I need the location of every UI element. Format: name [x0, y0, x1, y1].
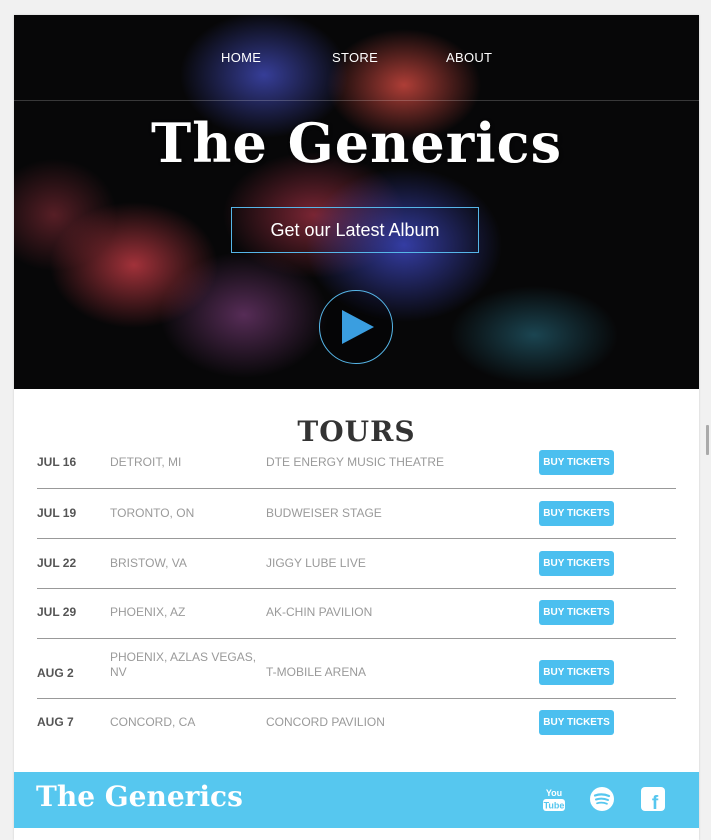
tour-row: JUL 29 PHOENIX, AZ AK-CHIN PAVILION BUY … — [37, 600, 676, 639]
nav-home-link[interactable]: HOME — [221, 50, 261, 65]
tour-row: JUL 16 DETROIT, MI DTE ENERGY MUSIC THEA… — [37, 450, 676, 489]
tour-venue: CONCORD PAVILION — [266, 715, 385, 729]
tour-city: PHOENIX, AZLAS VEGAS, NV — [110, 650, 257, 679]
nav-about-link[interactable]: ABOUT — [446, 50, 492, 65]
facebook-icon[interactable]: f — [639, 785, 667, 813]
buy-tickets-button[interactable]: BUY TICKETS — [539, 501, 614, 526]
latest-album-button[interactable]: Get our Latest Album — [231, 207, 479, 253]
buy-tickets-button[interactable]: BUY TICKETS — [539, 660, 614, 685]
tour-row: JUL 22 BRISTOW, VA JIGGY LUBE LIVE BUY T… — [37, 551, 676, 589]
tour-date: JUL 29 — [37, 605, 77, 619]
buy-tickets-button[interactable]: BUY TICKETS — [539, 551, 614, 576]
band-title: The Generics — [151, 111, 562, 175]
top-nav: HOME STORE ABOUT — [14, 15, 699, 101]
tour-city: CONCORD, CA — [110, 715, 196, 729]
footer-logo: The Generics — [36, 780, 243, 813]
svg-text:You: You — [546, 788, 562, 798]
tour-row: AUG 7 CONCORD, CA CONCORD PAVILION BUY T… — [37, 710, 676, 745]
scrollbar-thumb[interactable] — [706, 425, 709, 455]
svg-text:Tube: Tube — [544, 801, 565, 811]
tours-heading: TOURS — [297, 415, 416, 448]
play-button[interactable] — [319, 290, 393, 364]
tour-date: AUG 2 — [37, 666, 74, 680]
nav-store-link[interactable]: STORE — [332, 50, 378, 65]
buy-tickets-button[interactable]: BUY TICKETS — [539, 450, 614, 475]
tour-row: JUL 19 TORONTO, ON BUDWEISER STAGE BUY T… — [37, 501, 676, 539]
tour-venue: DTE ENERGY MUSIC THEATRE — [266, 455, 445, 469]
tour-date: AUG 7 — [37, 715, 74, 729]
tour-venue: BUDWEISER STAGE — [266, 506, 382, 520]
buy-tickets-button[interactable]: BUY TICKETS — [539, 600, 614, 625]
tour-date: JUL 16 — [37, 455, 77, 469]
svg-text:f: f — [652, 793, 659, 813]
tour-city: PHOENIX, AZ — [110, 605, 186, 619]
play-icon — [342, 310, 374, 344]
buy-tickets-button[interactable]: BUY TICKETS — [539, 710, 614, 735]
tour-date: JUL 19 — [37, 506, 77, 520]
spotify-icon[interactable] — [588, 785, 616, 813]
page: HOME STORE ABOUT The Generics Get our La… — [14, 15, 699, 840]
footer: The Generics You Tube f — [14, 772, 699, 828]
tour-venue: T-MOBILE ARENA — [266, 665, 367, 679]
tour-row: AUG 2 PHOENIX, AZLAS VEGAS, NV T-MOBILE … — [37, 650, 676, 699]
youtube-icon[interactable]: You Tube — [540, 785, 568, 813]
tour-venue: AK-CHIN PAVILION — [266, 605, 373, 619]
tour-venue: JIGGY LUBE LIVE — [266, 556, 366, 570]
hero-banner: HOME STORE ABOUT The Generics Get our La… — [14, 15, 699, 389]
tour-city: BRISTOW, VA — [110, 556, 187, 570]
tour-city: TORONTO, ON — [110, 506, 195, 520]
tour-city: DETROIT, MI — [110, 455, 182, 469]
tour-date: JUL 22 — [37, 556, 77, 570]
